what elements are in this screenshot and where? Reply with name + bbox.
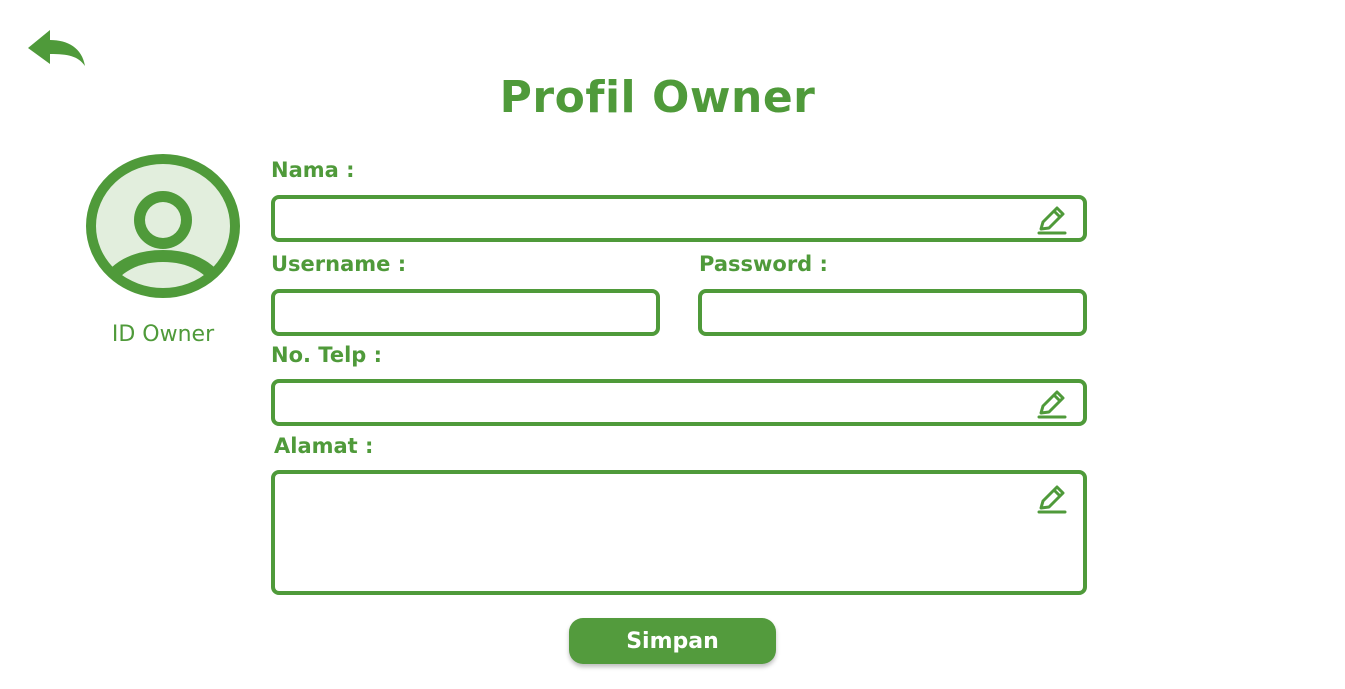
alamat-label: Alamat :: [274, 434, 374, 458]
nama-input[interactable]: [275, 199, 1083, 238]
telp-label: No. Telp :: [271, 343, 383, 367]
nama-label: Nama :: [271, 158, 355, 182]
alamat-textarea[interactable]: [275, 474, 1083, 591]
back-button[interactable]: [24, 26, 88, 70]
alamat-field-box: [271, 470, 1087, 595]
username-input[interactable]: [275, 293, 656, 332]
page-title: Profil Owner: [499, 72, 816, 123]
avatar: [84, 152, 242, 300]
save-button[interactable]: Simpan: [569, 618, 776, 664]
password-label: Password :: [699, 252, 828, 276]
telp-input[interactable]: [275, 383, 1083, 422]
password-input[interactable]: [702, 293, 1083, 332]
pencil-icon[interactable]: [1035, 387, 1069, 421]
pencil-icon[interactable]: [1035, 482, 1069, 516]
owner-id-label: ID Owner: [111, 322, 215, 347]
password-field-box: [698, 289, 1087, 336]
username-label: Username :: [271, 252, 407, 276]
pencil-icon[interactable]: [1035, 203, 1069, 237]
user-avatar-icon: [86, 154, 240, 298]
telp-field-box: [271, 379, 1087, 426]
username-field-box: [271, 289, 660, 336]
back-arrow-icon[interactable]: [24, 26, 88, 70]
nama-field-box: [271, 195, 1087, 242]
